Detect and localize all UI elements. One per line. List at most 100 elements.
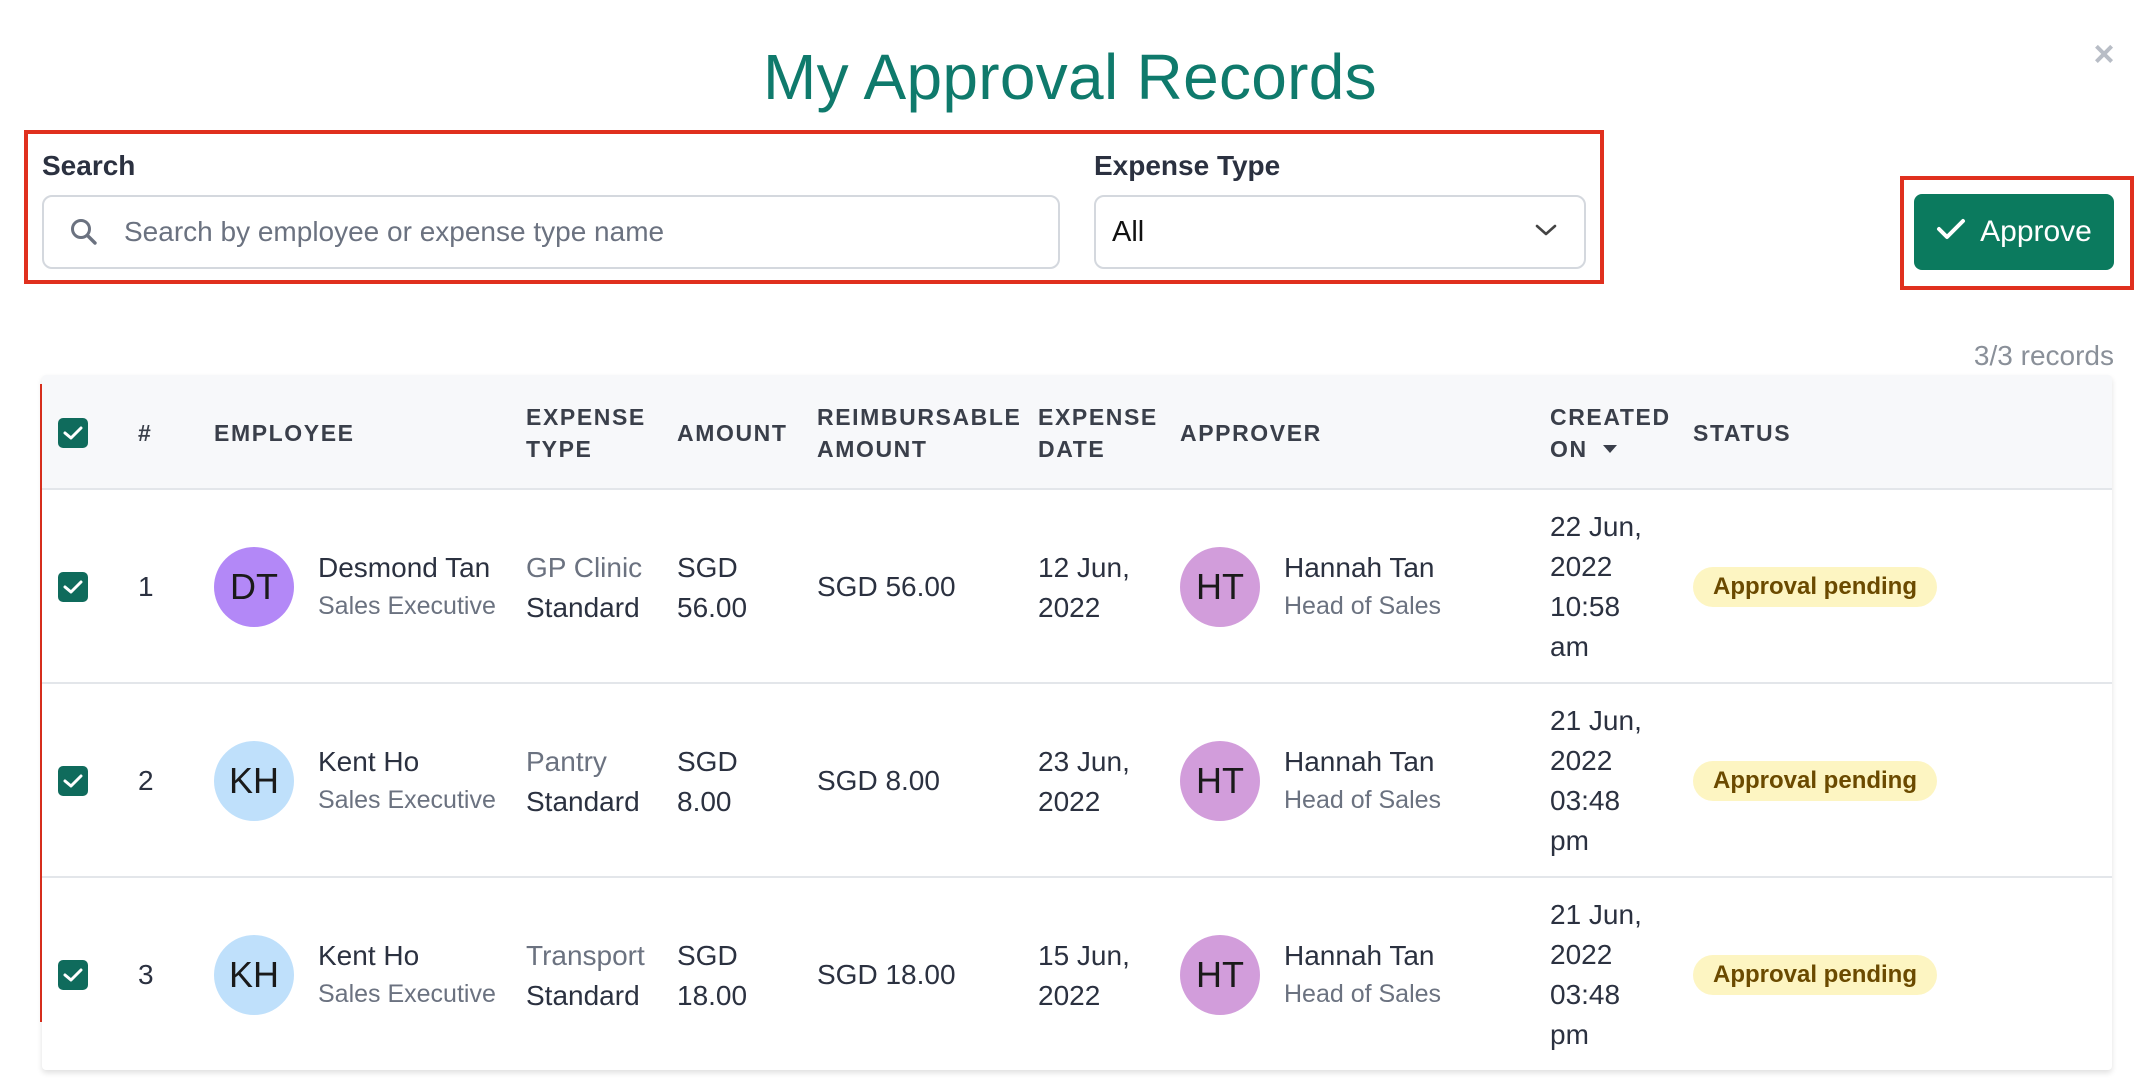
sort-down-icon [1602, 445, 1617, 453]
employee-cell: Kent Ho Sales Executive [318, 936, 496, 1012]
created-on-line: am [1550, 631, 1589, 662]
approver-cell: Hannah Tan Head of Sales [1284, 936, 1441, 1012]
expense-type-cell: Transport Standard [526, 936, 645, 1016]
row-checkbox[interactable] [58, 960, 88, 990]
header-text: EXPENSE [1038, 404, 1158, 430]
created-on-cell: 21 Jun, 2022 03:48 pm [1550, 895, 1642, 1055]
table-row[interactable]: 2 KH Kent Ho Sales Executive Pantry Stan… [42, 684, 2112, 878]
row-checkbox[interactable] [58, 572, 88, 602]
expense-plan: Standard [526, 980, 640, 1011]
amount-cell: SGD 56.00 [677, 548, 747, 628]
row-index: 1 [138, 571, 154, 602]
expense-date-cell: 15 Jun, 2022 [1038, 936, 1130, 1016]
header-created-on[interactable]: CREATED ON [1550, 401, 1671, 465]
created-on-line: pm [1550, 825, 1589, 856]
row-checkbox[interactable] [58, 766, 88, 796]
employee-cell: Kent Ho Sales Executive [318, 742, 496, 818]
approval-table: # EMPLOYEE EXPENSE TYPE AMOUNT REIMBURSA… [42, 375, 2112, 1070]
close-icon[interactable]: × [2086, 33, 2122, 74]
approve-button[interactable]: Approve [1914, 194, 2114, 270]
created-on-line: 2022 [1550, 551, 1613, 582]
employee-role: Sales Executive [318, 980, 496, 1008]
table-row[interactable]: 3 KH Kent Ho Sales Executive Transport S… [42, 878, 2112, 1070]
search-field[interactable] [42, 195, 1060, 269]
check-icon [63, 774, 83, 788]
select-all-checkbox[interactable] [58, 418, 88, 448]
header-text: TYPE [526, 436, 593, 462]
expense-type-selected-value: All [1112, 215, 1145, 248]
reimbursable-amount: SGD 56.00 [817, 571, 956, 602]
approver-name: Hannah Tan [1284, 552, 1435, 583]
created-on-line: 2022 [1550, 745, 1613, 776]
amount-currency: SGD [677, 746, 738, 777]
header-text: ON [1550, 436, 1588, 462]
table-row[interactable]: 1 DT Desmond Tan Sales Executive GP Clin… [42, 490, 2112, 684]
approver-cell: Hannah Tan Head of Sales [1284, 742, 1441, 818]
expense-date-year: 2022 [1038, 592, 1101, 623]
expense-type-label: Expense Type [1094, 150, 1281, 181]
approver-name: Hannah Tan [1284, 940, 1435, 971]
approve-button-label: Approve [1980, 215, 2092, 248]
amount-currency: SGD [677, 940, 738, 971]
header-expense-type: EXPENSE TYPE [526, 401, 646, 465]
amount-value: 18.00 [677, 980, 748, 1011]
created-on-cell: 22 Jun, 2022 10:58 am [1550, 507, 1642, 667]
expense-date-year: 2022 [1038, 980, 1101, 1011]
search-input[interactable] [124, 216, 1024, 248]
created-on-line: pm [1550, 1019, 1589, 1050]
amount-cell: SGD 18.00 [677, 936, 747, 1016]
created-on-line: 03:48 [1550, 979, 1621, 1010]
approver-role: Head of Sales [1284, 786, 1442, 814]
expense-date-day: 23 Jun, [1038, 746, 1130, 777]
table-header: # EMPLOYEE EXPENSE TYPE AMOUNT REIMBURSA… [42, 375, 2112, 490]
status-badge: Approval pending [1693, 761, 1937, 801]
amount-cell: SGD 8.00 [677, 742, 738, 822]
header-text: CREATED [1550, 404, 1671, 430]
chevron-down-icon [1534, 222, 1558, 243]
expense-type-cell: GP Clinic Standard [526, 548, 642, 628]
employee-name: Kent Ho [318, 940, 420, 971]
header-text: REIMBURSABLE [817, 404, 1022, 430]
created-on-line: 2022 [1550, 939, 1613, 970]
header-reimbursable-amount: REIMBURSABLE AMOUNT [817, 401, 1021, 465]
approver-avatar: HT [1180, 935, 1260, 1015]
header-employee: EMPLOYEE [214, 420, 355, 446]
reimbursable-amount: SGD 8.00 [817, 765, 940, 796]
header-text-row: ON [1550, 433, 1671, 465]
check-icon [63, 580, 83, 594]
employee-name: Desmond Tan [318, 552, 491, 583]
header-index: # [138, 420, 153, 446]
expense-date-day: 12 Jun, [1038, 552, 1130, 583]
employee-avatar: DT [214, 547, 294, 627]
expense-date-year: 2022 [1038, 786, 1101, 817]
header-text: DATE [1038, 436, 1106, 462]
employee-name: Kent Ho [318, 746, 420, 777]
header-approver: APPROVER [1180, 420, 1322, 446]
approver-role: Head of Sales [1284, 592, 1442, 620]
approver-name: Hannah Tan [1284, 746, 1435, 777]
amount-value: 56.00 [677, 592, 748, 623]
header-expense-date: EXPENSE DATE [1038, 401, 1158, 465]
expense-type-cell: Pantry Standard [526, 742, 640, 822]
amount-currency: SGD [677, 552, 738, 583]
expense-date-day: 15 Jun, [1038, 940, 1130, 971]
check-icon [63, 968, 83, 982]
status-badge: Approval pending [1693, 567, 1937, 607]
expense-category: Transport [526, 940, 645, 971]
employee-role: Sales Executive [318, 786, 496, 814]
expense-type-select[interactable]: All [1094, 195, 1586, 269]
page-title: My Approval Records [763, 41, 1377, 113]
created-on-line: 03:48 [1550, 785, 1621, 816]
expense-date-cell: 23 Jun, 2022 [1038, 742, 1130, 822]
created-on-line: 21 Jun, [1550, 705, 1642, 736]
approver-role: Head of Sales [1284, 980, 1442, 1008]
expense-date-cell: 12 Jun, 2022 [1038, 548, 1130, 628]
employee-role: Sales Executive [318, 592, 496, 620]
search-icon [44, 217, 124, 247]
header-text: AMOUNT [817, 436, 928, 462]
header-status: STATUS [1693, 420, 1792, 446]
approver-cell: Hannah Tan Head of Sales [1284, 548, 1441, 624]
header-text: EXPENSE [526, 404, 646, 430]
check-icon [63, 426, 83, 440]
approver-avatar: HT [1180, 741, 1260, 821]
